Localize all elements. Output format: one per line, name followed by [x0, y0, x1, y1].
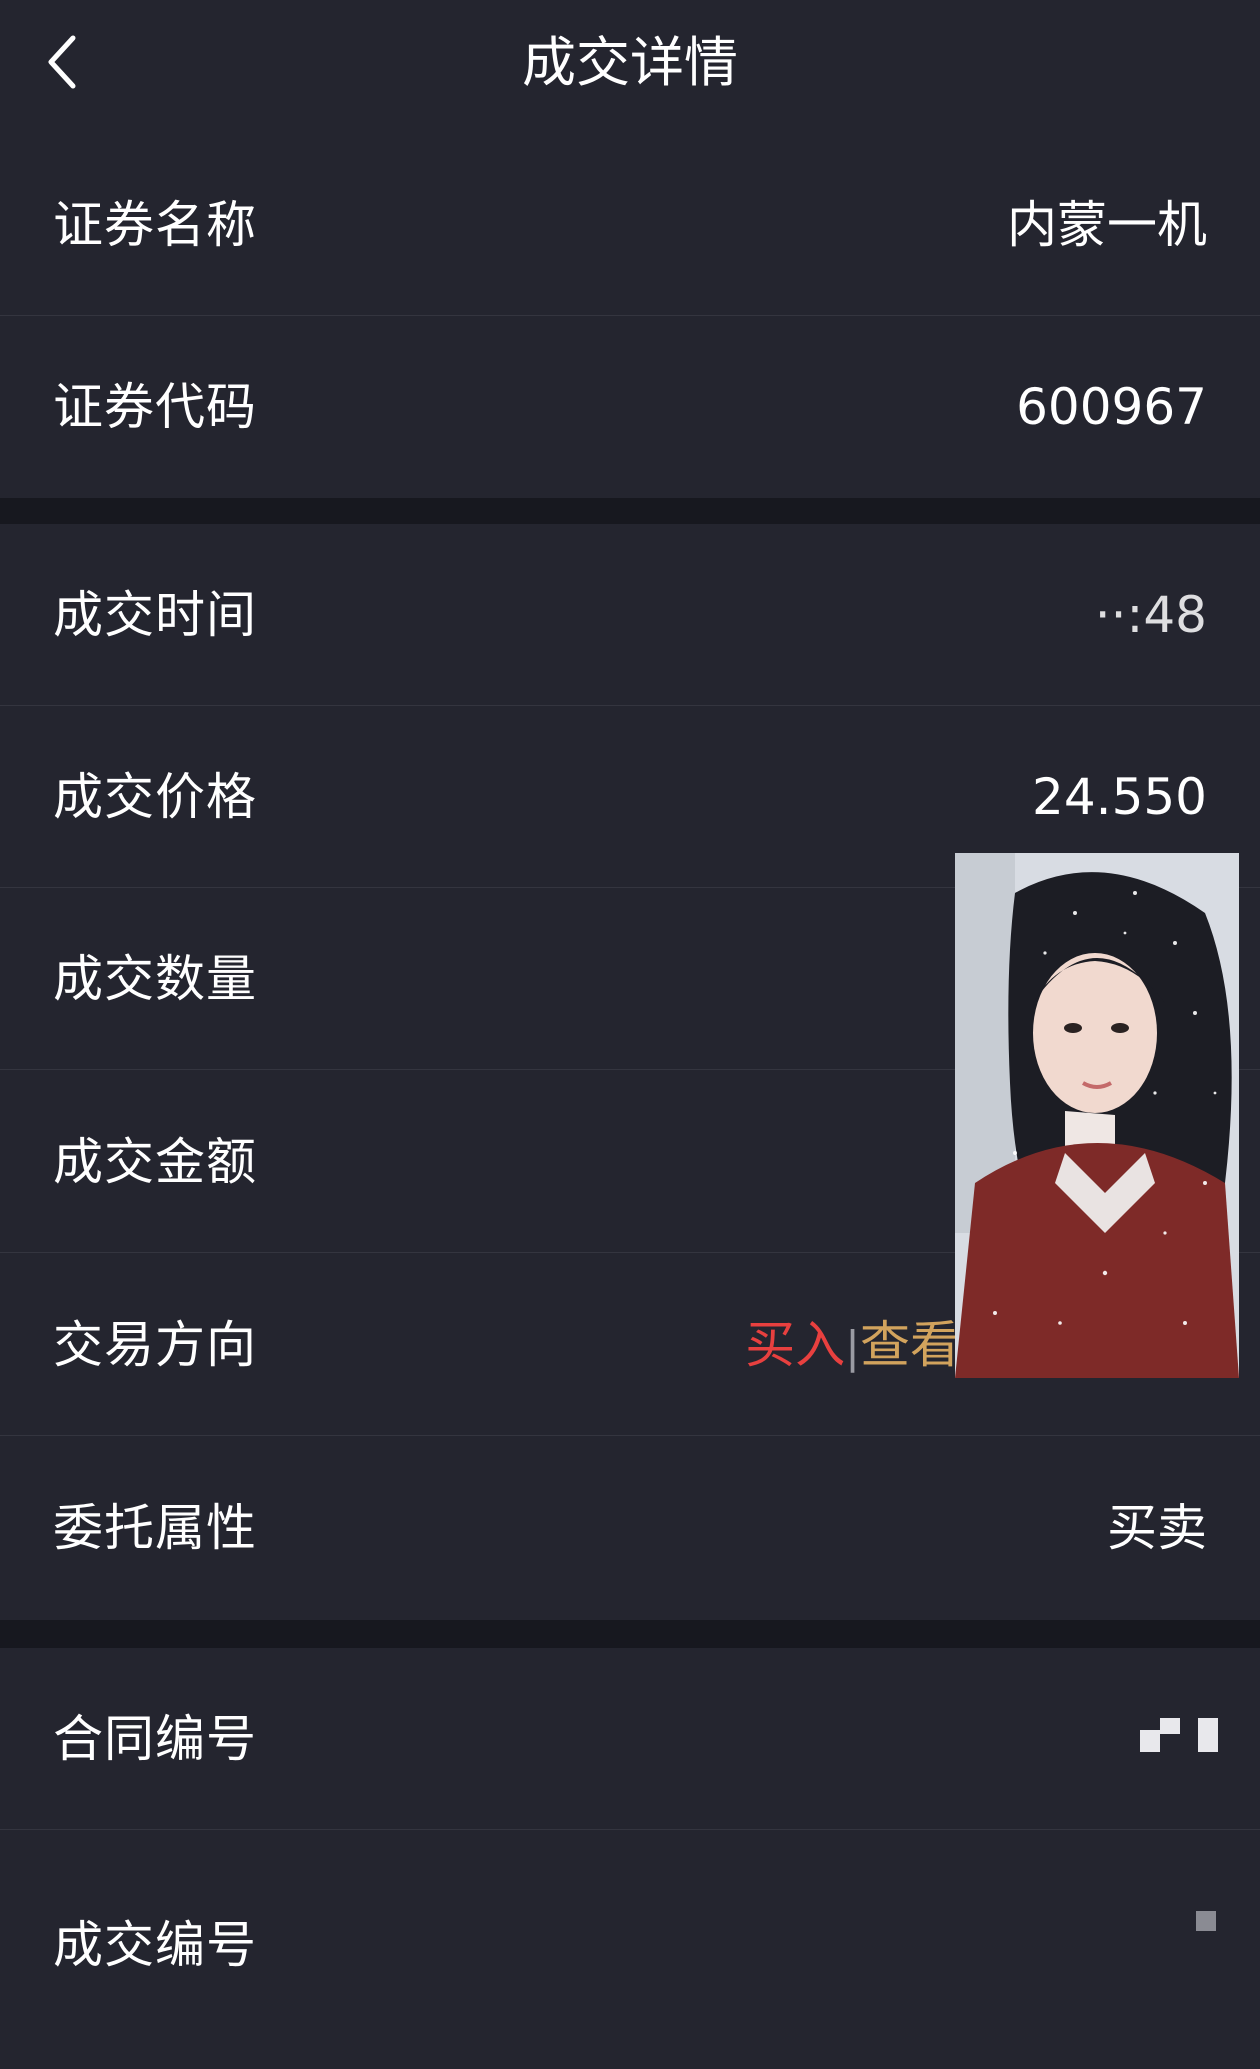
section-divider	[0, 498, 1260, 524]
deal-quantity-label: 成交数量	[53, 950, 257, 1008]
security-code-value: 600967	[1016, 378, 1207, 436]
row-security-code: 证券代码 600967	[0, 316, 1260, 498]
portrait-image	[955, 853, 1239, 1378]
section-divider	[0, 1620, 1260, 1648]
deal-time-label: 成交时间	[53, 586, 257, 644]
view-link[interactable]: 查看	[860, 1316, 960, 1374]
order-attribute-label: 委托属性	[53, 1499, 257, 1557]
page-title: 成交详情	[522, 31, 738, 94]
row-security-name: 证券名称 内蒙一机	[0, 134, 1260, 316]
floating-photo-overlay[interactable]	[955, 853, 1239, 1378]
contract-no-label: 合同编号	[53, 1710, 257, 1768]
nav-bar: 成交详情	[0, 0, 1260, 125]
row-order-attribute: 委托属性 买卖	[0, 1437, 1260, 1619]
security-code-label: 证券代码	[53, 378, 257, 436]
security-name-label: 证券名称	[53, 196, 257, 254]
order-attribute-value: 买卖	[1107, 1499, 1207, 1557]
deal-price-label: 成交价格	[53, 768, 257, 826]
direction-separator: |	[845, 1322, 860, 1373]
deal-time-value: ··:48	[1094, 586, 1207, 644]
buy-direction-text: 买入	[745, 1316, 846, 1374]
row-deal-no: 成交编号	[0, 1831, 1260, 1974]
deal-no-label: 成交编号	[53, 1916, 257, 1974]
security-name-value: 内蒙一机	[1007, 196, 1207, 254]
trade-direction-value: 买入|查看	[745, 1254, 960, 1436]
row-contract-no: 合同编号	[0, 1648, 1260, 1830]
deal-amount-label: 成交金额	[53, 1133, 257, 1191]
trade-direction-label: 交易方向	[53, 1316, 257, 1374]
row-deal-time: 成交时间 ··:48	[0, 524, 1260, 1142]
